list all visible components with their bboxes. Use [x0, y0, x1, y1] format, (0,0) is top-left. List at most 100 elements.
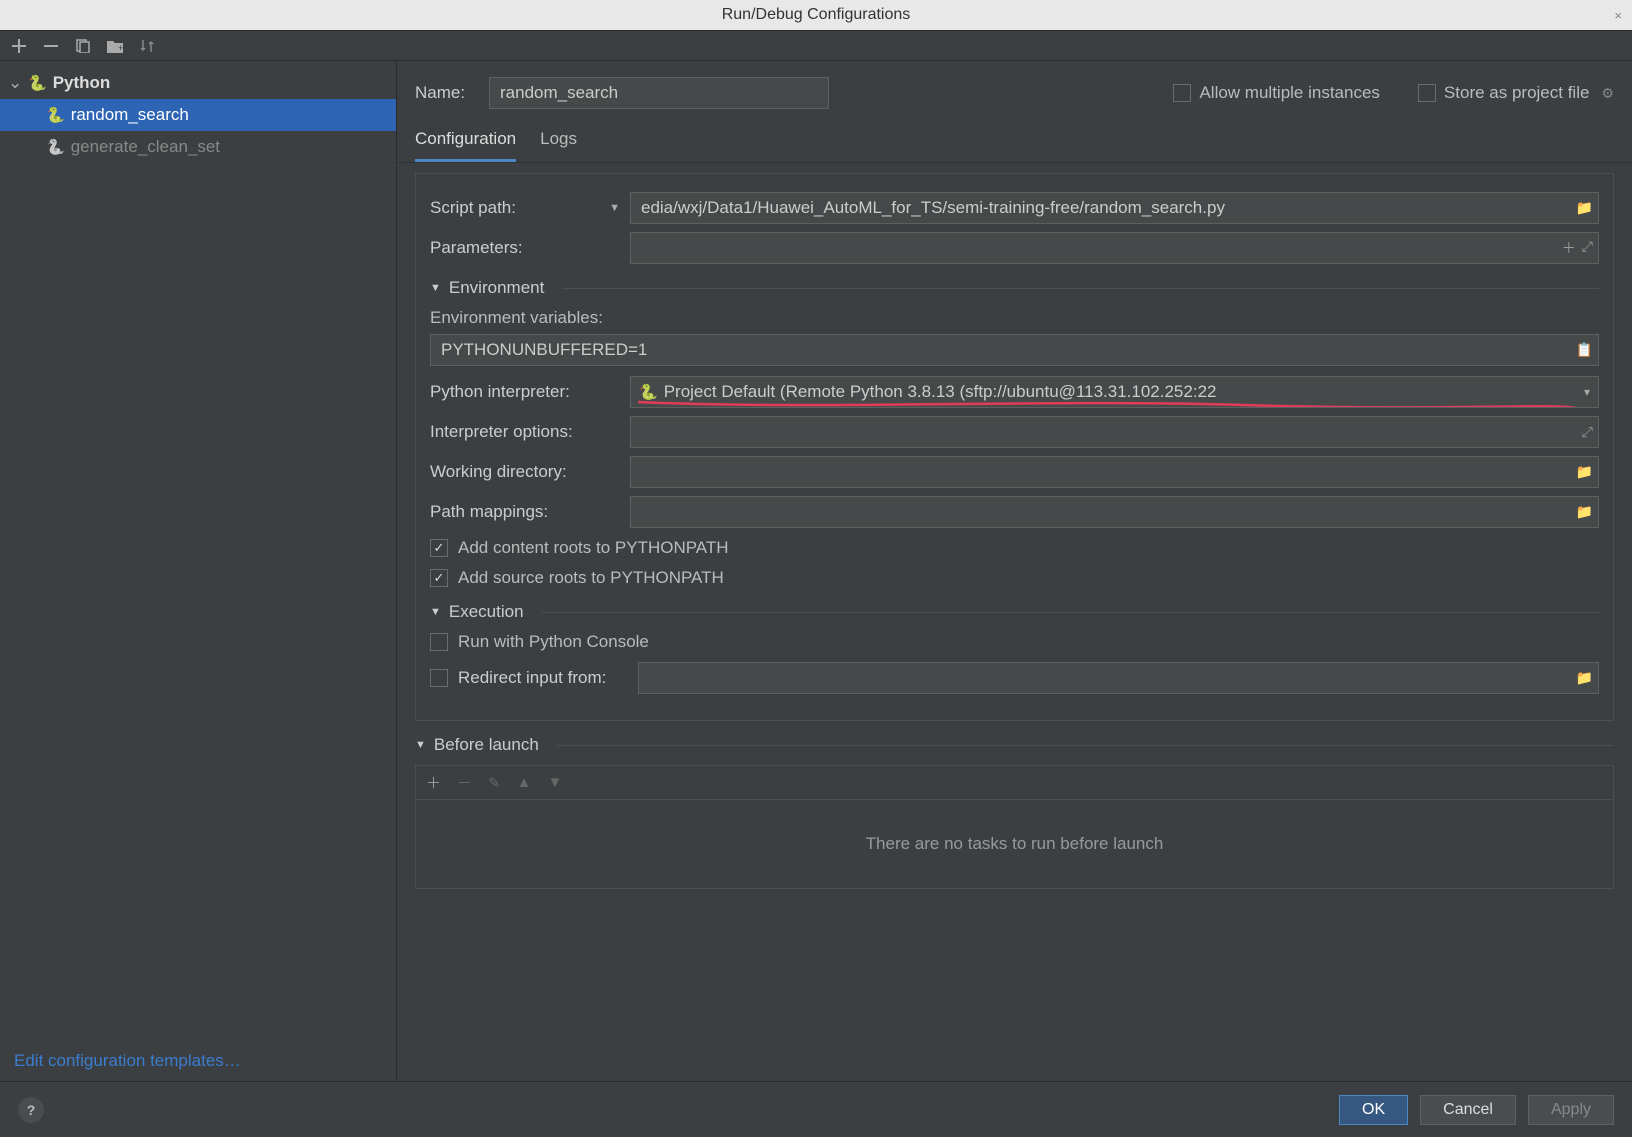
plus-icon[interactable]: ＋ [1562, 238, 1576, 258]
interpreter-label: Python interpreter: [430, 382, 620, 402]
chevron-down-icon: ▼ [415, 739, 426, 751]
folder-icon[interactable]: 📁 [1576, 670, 1593, 687]
execution-section-header[interactable]: ▼ Execution [430, 602, 1599, 622]
window-title: Run/Debug Configurations [722, 6, 911, 24]
before-launch-toolbar: ＋ － ✎ ▲ ▼ [415, 765, 1614, 799]
python-icon: 🐍 [46, 106, 65, 124]
parameters-input[interactable] [630, 232, 1599, 264]
python-icon: 🐍 [46, 138, 65, 156]
checkbox-icon [430, 633, 448, 651]
tree-group-label: Python [53, 73, 111, 93]
move-up-icon[interactable]: ▲ [517, 774, 532, 791]
configuration-panel: Script path: ▼ 📁 Parameters: [415, 173, 1614, 721]
store-as-project-label: Store as project file [1444, 83, 1590, 103]
add-content-roots-checkbox[interactable]: Add content roots to PYTHONPATH [430, 538, 1599, 558]
path-mappings-row: Path mappings: 📁 [430, 496, 1599, 528]
parameters-label: Parameters: [430, 238, 620, 258]
folder-icon[interactable]: 📁 [1576, 504, 1593, 521]
move-down-icon[interactable]: ▼ [547, 774, 562, 791]
working-dir-input[interactable] [630, 456, 1599, 488]
path-mappings-label: Path mappings: [430, 502, 620, 522]
save-template-icon[interactable]: + [106, 37, 124, 55]
python-icon: 🐍 [639, 383, 658, 401]
checkbox-icon[interactable] [430, 669, 448, 687]
allow-multiple-label: Allow multiple instances [1199, 83, 1379, 103]
tree-item-random-search[interactable]: 🐍 random_search [0, 99, 396, 131]
name-label: Name: [415, 83, 471, 103]
form-scroll-area[interactable]: Script path: ▼ 📁 Parameters: [397, 163, 1632, 1081]
tabs: Configuration Logs [397, 119, 1632, 163]
config-tree-sidebar: ⌄ 🐍 Python 🐍 random_search 🐍 generate_cl… [0, 61, 397, 1081]
apply-button[interactable]: Apply [1528, 1095, 1614, 1125]
sort-icon[interactable] [138, 37, 156, 55]
interpreter-row: Python interpreter: 🐍 Project Default (R… [430, 376, 1599, 408]
redirect-input-label: Redirect input from: [458, 668, 628, 688]
chevron-down-icon: ▼ [609, 202, 620, 214]
add-source-roots-checkbox[interactable]: Add source roots to PYTHONPATH [430, 568, 1599, 588]
interpreter-options-label: Interpreter options: [430, 422, 620, 442]
add-config-icon[interactable] [10, 37, 28, 55]
before-launch-list: There are no tasks to run before launch [415, 799, 1614, 889]
expand-icon[interactable]: ⤢ [1582, 238, 1593, 258]
environment-section-header[interactable]: ▼ Environment [430, 278, 1599, 298]
allow-multiple-checkbox[interactable]: Allow multiple instances [1173, 83, 1379, 103]
no-tasks-text: There are no tasks to run before launch [866, 834, 1164, 854]
path-mappings-input[interactable] [630, 496, 1599, 528]
interpreter-dropdown[interactable]: 🐍 Project Default (Remote Python 3.8.13 … [630, 376, 1599, 408]
tree-item-label: generate_clean_set [71, 137, 220, 157]
copy-config-icon[interactable] [74, 37, 92, 55]
tab-logs[interactable]: Logs [540, 119, 577, 162]
config-content: Name: Allow multiple instances Store as … [397, 61, 1632, 1081]
chevron-down-icon: ▼ [430, 606, 441, 618]
working-dir-label: Working directory: [430, 462, 620, 482]
ok-button[interactable]: OK [1339, 1095, 1408, 1125]
env-vars-input[interactable] [430, 334, 1599, 366]
tab-configuration[interactable]: Configuration [415, 119, 516, 162]
before-launch-section-header[interactable]: ▼ Before launch [415, 735, 1614, 755]
remove-config-icon[interactable] [42, 37, 60, 55]
cancel-button[interactable]: Cancel [1420, 1095, 1516, 1125]
chevron-down-icon: ⌄ [8, 73, 22, 93]
redirect-input-row: Redirect input from: 📁 [430, 662, 1599, 694]
interpreter-value: Project Default (Remote Python 3.8.13 (s… [664, 382, 1217, 402]
name-input[interactable] [489, 77, 829, 109]
redirect-input-field[interactable] [638, 662, 1599, 694]
chevron-down-icon: ▼ [430, 282, 441, 294]
folder-icon[interactable]: 📁 [1576, 200, 1593, 217]
bottombar: ? OK Cancel Apply [0, 1081, 1632, 1137]
edit-task-icon[interactable]: ✎ [488, 774, 501, 792]
checkbox-checked-icon [430, 539, 448, 557]
folder-icon[interactable]: 📁 [1576, 464, 1593, 481]
script-path-label-drop[interactable]: Script path: ▼ [430, 198, 620, 218]
checkbox-icon [1418, 84, 1436, 102]
checkbox-checked-icon [430, 569, 448, 587]
remove-task-icon[interactable]: － [457, 772, 472, 793]
sidebar-footer: Edit configuration templates… [0, 1041, 396, 1081]
close-icon[interactable]: × [1614, 8, 1622, 23]
tree-item-generate-clean-set[interactable]: 🐍 generate_clean_set [0, 131, 396, 163]
list-icon[interactable]: 📋 [1576, 342, 1593, 359]
expand-icon[interactable]: ⤢ [1582, 424, 1593, 441]
tree-item-label: random_search [71, 105, 189, 125]
working-dir-row: Working directory: 📁 [430, 456, 1599, 488]
titlebar: Run/Debug Configurations × [0, 0, 1632, 30]
tree-group-python[interactable]: ⌄ 🐍 Python [0, 67, 396, 99]
svg-text:+: + [118, 43, 123, 53]
run-python-console-checkbox[interactable]: Run with Python Console [430, 632, 1599, 652]
edit-templates-link[interactable]: Edit configuration templates… [14, 1051, 241, 1070]
name-bar: Name: Allow multiple instances Store as … [397, 61, 1632, 119]
gear-icon[interactable]: ⚙ [1601, 85, 1614, 102]
config-tree: ⌄ 🐍 Python 🐍 random_search 🐍 generate_cl… [0, 61, 396, 1041]
add-task-icon[interactable]: ＋ [426, 772, 441, 793]
checkbox-icon [1173, 84, 1191, 102]
config-toolbar: + [0, 30, 1632, 60]
env-vars-label: Environment variables: [430, 308, 1599, 328]
script-path-input[interactable] [630, 192, 1599, 224]
help-icon[interactable]: ? [18, 1097, 44, 1123]
interpreter-options-input[interactable] [630, 416, 1599, 448]
interpreter-options-row: Interpreter options: ⤢ [430, 416, 1599, 448]
script-path-row: Script path: ▼ 📁 [430, 192, 1599, 224]
python-icon: 🐍 [28, 74, 47, 92]
store-as-project-checkbox[interactable]: Store as project file ⚙ [1418, 83, 1614, 103]
parameters-row: Parameters: ＋ ⤢ [430, 232, 1599, 264]
